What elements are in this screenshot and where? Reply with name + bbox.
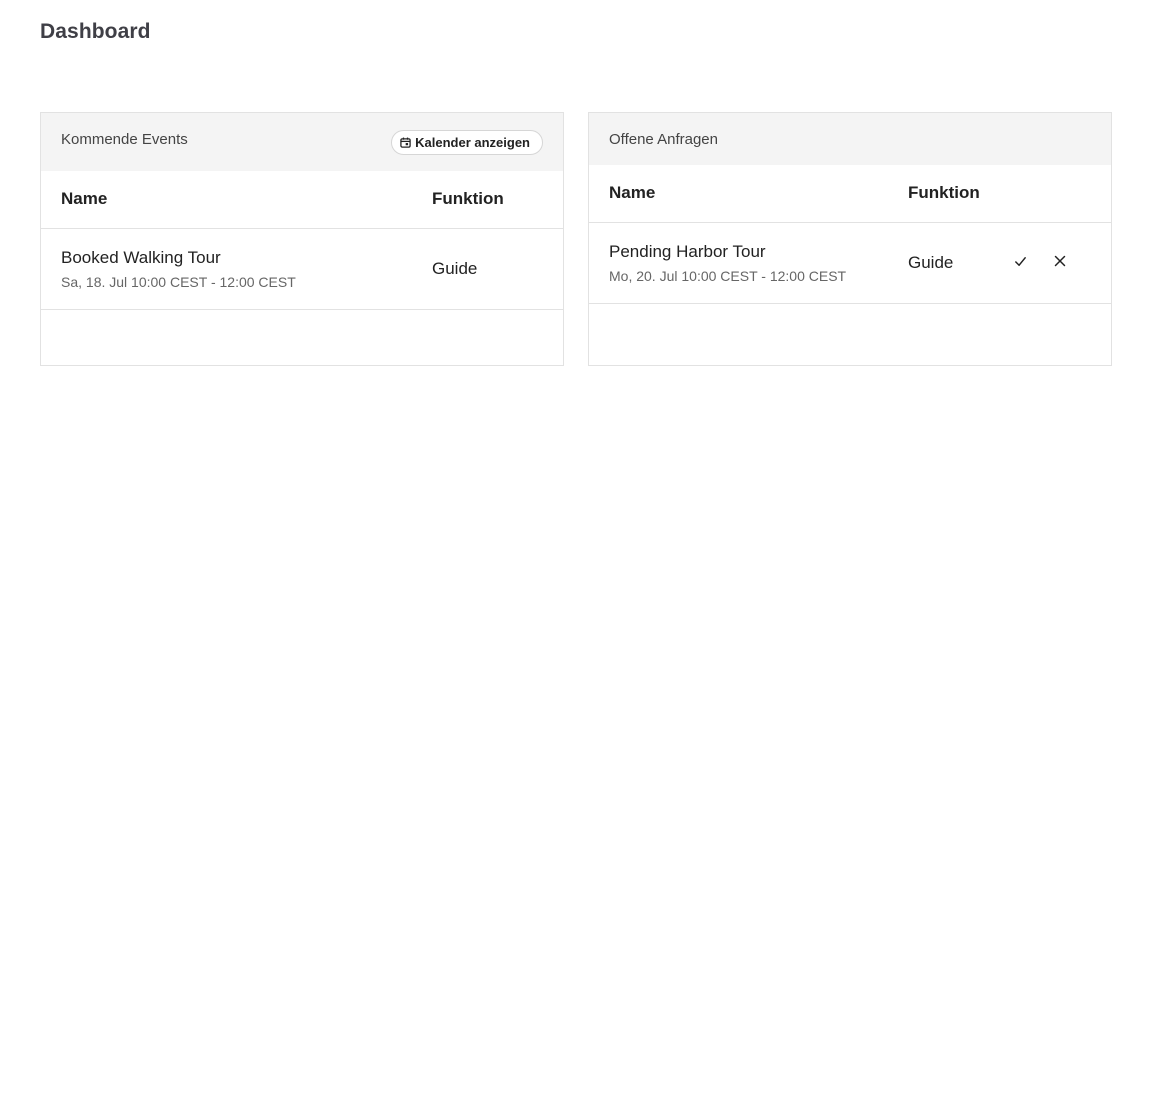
request-actions xyxy=(1008,251,1111,275)
column-header-name: Name xyxy=(41,171,432,229)
column-header-name: Name xyxy=(589,165,908,223)
open-requests-header: Offene Anfragen xyxy=(589,113,1111,165)
open-requests-title: Offene Anfragen xyxy=(609,131,718,148)
table-row[interactable]: Booked Walking Tour Sa, 18. Jul 10:00 CE… xyxy=(41,228,563,310)
open-requests-panel: Offene Anfragen Name Funktion Pending Ha… xyxy=(588,112,1112,366)
accept-request-button[interactable] xyxy=(1008,251,1032,275)
show-calendar-button[interactable]: Kalender anzeigen xyxy=(391,130,543,155)
table-header-row: Name Funktion xyxy=(41,171,563,229)
request-function: Guide xyxy=(908,252,954,272)
show-calendar-label: Kalender anzeigen xyxy=(415,135,530,150)
event-function: Guide xyxy=(432,258,478,278)
table-row[interactable]: Pending Harbor Tour Mo, 20. Jul 10:00 CE… xyxy=(589,222,1111,304)
column-header-actions xyxy=(1008,165,1111,223)
upcoming-events-panel: Kommende Events Kalender anzeigen Name F… xyxy=(40,112,564,366)
table-header-row: Name Funktion xyxy=(589,165,1111,223)
decline-request-button[interactable] xyxy=(1048,251,1072,275)
column-header-function: Funktion xyxy=(432,171,563,229)
request-name-cell: Pending Harbor Tour Mo, 20. Jul 10:00 CE… xyxy=(589,222,908,304)
upcoming-events-table: Name Funktion Booked Walking Tour Sa, 18… xyxy=(41,171,563,310)
event-name-cell: Booked Walking Tour Sa, 18. Jul 10:00 CE… xyxy=(41,228,432,310)
request-actions-cell xyxy=(1008,222,1111,304)
check-icon xyxy=(1014,255,1027,271)
upcoming-events-header: Kommende Events Kalender anzeigen xyxy=(41,113,563,171)
event-function-cell: Guide xyxy=(432,228,563,310)
close-icon xyxy=(1054,255,1066,270)
request-date: Mo, 20. Jul 10:00 CEST - 12:00 CEST xyxy=(609,267,847,284)
request-function-cell: Guide xyxy=(908,222,1008,304)
request-title: Pending Harbor Tour xyxy=(609,241,766,261)
open-requests-table: Name Funktion Pending Harbor Tour Mo, 20… xyxy=(589,165,1111,304)
column-header-function: Funktion xyxy=(908,165,1008,223)
upcoming-events-title: Kommende Events xyxy=(61,131,188,148)
event-date: Sa, 18. Jul 10:00 CEST - 12:00 CEST xyxy=(61,273,296,290)
event-title: Booked Walking Tour xyxy=(61,247,221,267)
page-title: Dashboard xyxy=(40,20,151,43)
calendar-icon xyxy=(400,137,411,148)
